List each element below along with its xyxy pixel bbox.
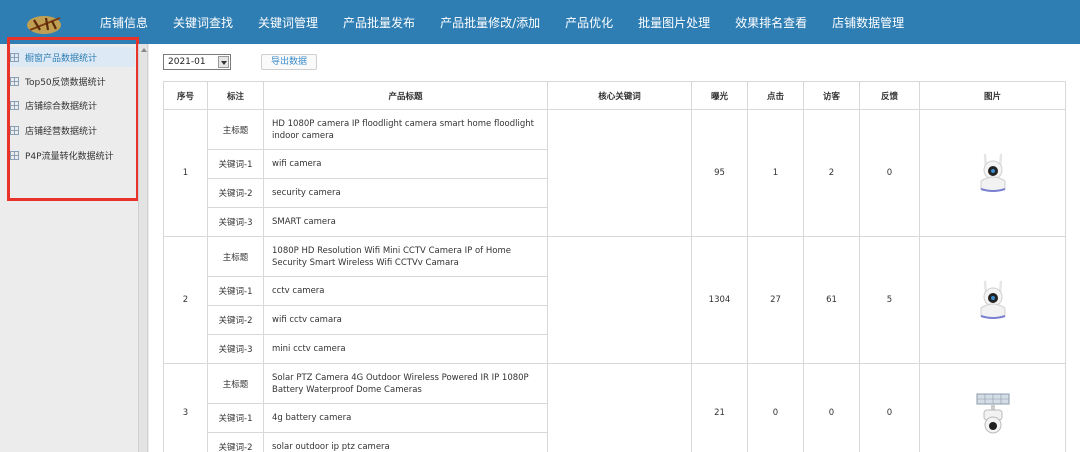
nav-bulk-image[interactable]: 批量图片处理	[628, 14, 710, 31]
col-header-index: 序号	[163, 81, 208, 110]
month-select-value: 2021-01	[168, 57, 206, 67]
col-header-visitors: 访客	[803, 81, 860, 110]
nav-shop-data[interactable]: 店铺数据管理	[822, 14, 904, 31]
col-header-clicks: 点击	[747, 81, 804, 110]
cell-image	[919, 109, 1066, 237]
nav-bulk-publish[interactable]: 产品批量发布	[333, 14, 415, 31]
cell-label: 关键词-2	[207, 432, 264, 452]
cell-title: HD 1080P camera IP floodlight camera sma…	[263, 109, 548, 150]
nav-shop-info[interactable]: 店铺信息	[90, 14, 148, 31]
cell-keyword: wifi cctv camara	[263, 305, 548, 335]
cell-visitors: 61	[803, 236, 860, 364]
sidebar: 橱窗产品数据统计 Top50反馈数据统计 店铺综合数据统计 店铺经营数据统计 P…	[0, 44, 148, 452]
cell-exposure: 21	[691, 363, 748, 452]
nav-ranking-view[interactable]: 效果排名查看	[725, 14, 807, 31]
cell-index: 1	[163, 109, 208, 237]
cell-core-keyword	[547, 236, 692, 364]
dome-camera-image[interactable]	[971, 151, 1015, 195]
logo-icon[interactable]	[26, 12, 66, 36]
grid-icon	[10, 150, 19, 160]
main-content: 2021-01 导出数据 序号 标注 产品标题 核心关键词 曝光 点击 访客 反…	[149, 44, 1080, 452]
col-header-core-keyword: 核心关键词	[547, 81, 692, 110]
sidebar-item-shop-business-stats[interactable]: 店铺经营数据统计	[10, 120, 135, 140]
collapse-arrow-icon[interactable]	[141, 48, 147, 52]
cell-feedback: 5	[859, 236, 920, 364]
cell-clicks: 27	[747, 236, 804, 364]
cell-label: 主标题	[207, 363, 264, 404]
sidebar-splitter[interactable]	[138, 44, 148, 452]
main-nav: 店铺信息 关键词查找 关键词管理 产品批量发布 产品批量修改/添加 产品优化 批…	[90, 0, 919, 44]
sidebar-item-label: Top50反馈数据统计	[25, 77, 106, 88]
cell-label: 主标题	[207, 109, 264, 150]
table-row: 2 主标题 1080P HD Resolution Wifi Mini CCTV…	[163, 236, 1066, 364]
sidebar-item-window-stats[interactable]: 橱窗产品数据统计	[10, 47, 135, 67]
cell-label: 关键词-2	[207, 305, 264, 335]
cell-label: 关键词-1	[207, 276, 264, 306]
nav-keyword-manage[interactable]: 关键词管理	[248, 14, 318, 31]
cell-clicks: 1	[747, 109, 804, 237]
col-header-image: 图片	[919, 81, 1066, 110]
cell-keyword: security camera	[263, 178, 548, 208]
chevron-down-icon[interactable]	[218, 56, 229, 68]
cell-keyword: solar outdoor ip ptz camera	[263, 432, 548, 452]
cell-keyword: 4g battery camera	[263, 403, 548, 433]
cell-keyword: cctv camera	[263, 276, 548, 306]
cell-visitors: 2	[803, 109, 860, 237]
nav-bulk-edit[interactable]: 产品批量修改/添加	[430, 14, 540, 31]
cell-label: 关键词-3	[207, 334, 264, 364]
cell-exposure: 1304	[691, 236, 748, 364]
grid-icon	[10, 76, 19, 86]
cell-index: 3	[163, 363, 208, 452]
cell-image	[919, 363, 1066, 452]
sidebar-item-shop-overall-stats[interactable]: 店铺综合数据统计	[10, 95, 135, 115]
nav-keyword-search[interactable]: 关键词查找	[163, 14, 233, 31]
cell-visitors: 0	[803, 363, 860, 452]
cell-exposure: 95	[691, 109, 748, 237]
col-header-title: 产品标题	[263, 81, 548, 110]
sidebar-item-label: 店铺经营数据统计	[25, 126, 98, 137]
cell-feedback: 0	[859, 109, 920, 237]
table-row: 3 主标题 Solar PTZ Camera 4G Outdoor Wirele…	[163, 363, 1066, 452]
cell-keyword: SMART camera	[263, 207, 548, 237]
grid-icon	[10, 52, 19, 62]
cell-title: 1080P HD Resolution Wifi Mini CCTV Camer…	[263, 236, 548, 277]
table-header-row: 序号 标注 产品标题 核心关键词 曝光 点击 访客 反馈 图片	[163, 81, 1066, 110]
month-select[interactable]: 2021-01	[163, 54, 231, 70]
cell-feedback: 0	[859, 363, 920, 452]
cell-core-keyword	[547, 363, 692, 452]
solar-camera-image[interactable]	[971, 391, 1015, 435]
table-row: 1 主标题 HD 1080P camera IP floodlight came…	[163, 109, 1066, 237]
cell-label: 关键词-1	[207, 149, 264, 179]
sidebar-item-label: 橱窗产品数据统计	[25, 53, 98, 64]
cell-clicks: 0	[747, 363, 804, 452]
cell-title: Solar PTZ Camera 4G Outdoor Wireless Pow…	[263, 363, 548, 404]
cell-keyword: mini cctv camera	[263, 334, 548, 364]
grid-icon	[10, 125, 19, 135]
sidebar-item-top50-stats[interactable]: Top50反馈数据统计	[10, 71, 135, 91]
sidebar-item-label: 店铺综合数据统计	[25, 101, 98, 112]
cell-label: 关键词-1	[207, 403, 264, 433]
col-header-label: 标注	[207, 81, 264, 110]
product-stats-table: 序号 标注 产品标题 核心关键词 曝光 点击 访客 反馈 图片 1 主标题 HD…	[163, 81, 1066, 452]
dome-camera-image[interactable]	[971, 278, 1015, 322]
cell-index: 2	[163, 236, 208, 364]
top-nav-bar: 店铺信息 关键词查找 关键词管理 产品批量发布 产品批量修改/添加 产品优化 批…	[0, 0, 1080, 44]
cell-image	[919, 236, 1066, 364]
nav-product-optimize[interactable]: 产品优化	[555, 14, 613, 31]
grid-icon	[10, 100, 19, 110]
cell-core-keyword	[547, 109, 692, 237]
cell-label: 关键词-2	[207, 178, 264, 208]
cell-keyword: wifi camera	[263, 149, 548, 179]
sidebar-item-label: P4P流量转化数据统计	[25, 151, 114, 162]
cell-label: 关键词-3	[207, 207, 264, 237]
col-header-feedback: 反馈	[859, 81, 920, 110]
export-button[interactable]: 导出数据	[261, 54, 317, 70]
col-header-exposure: 曝光	[691, 81, 748, 110]
cell-label: 主标题	[207, 236, 264, 277]
sidebar-item-p4p-stats[interactable]: P4P流量转化数据统计	[10, 145, 135, 165]
